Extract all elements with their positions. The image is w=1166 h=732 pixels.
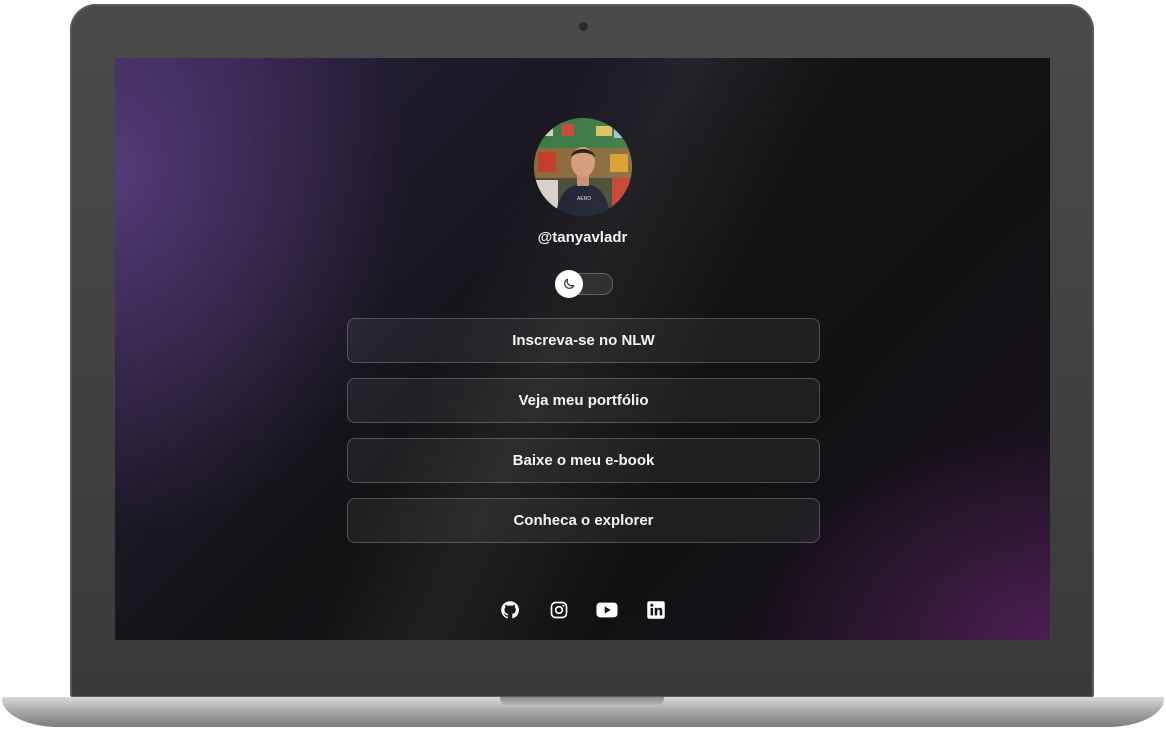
youtube-link[interactable]	[596, 599, 618, 621]
avatar-photo: AERO	[534, 118, 632, 216]
link-button-portfolio[interactable]: Veja meu portfólio	[347, 378, 820, 423]
link-button-explorer[interactable]: Conheca o explorer	[347, 498, 820, 543]
instagram-link[interactable]	[548, 599, 570, 621]
github-icon	[501, 601, 520, 619]
avatar: AERO	[534, 118, 632, 216]
link-button-ebook[interactable]: Baixe o meu e-book	[347, 438, 820, 483]
laptop-screen: AERO @tanyavladr Inscreva-se no NLW Veja…	[115, 58, 1050, 640]
instagram-icon	[550, 601, 567, 619]
link-button-nlw[interactable]: Inscreva-se no NLW	[347, 318, 820, 363]
laptop-notch	[500, 697, 664, 707]
github-link[interactable]	[499, 599, 521, 621]
theme-toggle[interactable]	[555, 270, 613, 298]
camera-dot	[579, 22, 588, 31]
toggle-knob[interactable]	[555, 270, 583, 298]
moon-icon	[564, 278, 575, 289]
linkedin-icon	[647, 601, 665, 619]
social-links	[499, 599, 667, 621]
username: @tanyavladr	[537, 229, 628, 246]
linkedin-link[interactable]	[645, 599, 667, 621]
svg-text:AERO: AERO	[577, 196, 591, 202]
link-list: Inscreva-se no NLW Veja meu portfólio Ba…	[347, 318, 820, 558]
youtube-icon	[596, 602, 618, 618]
